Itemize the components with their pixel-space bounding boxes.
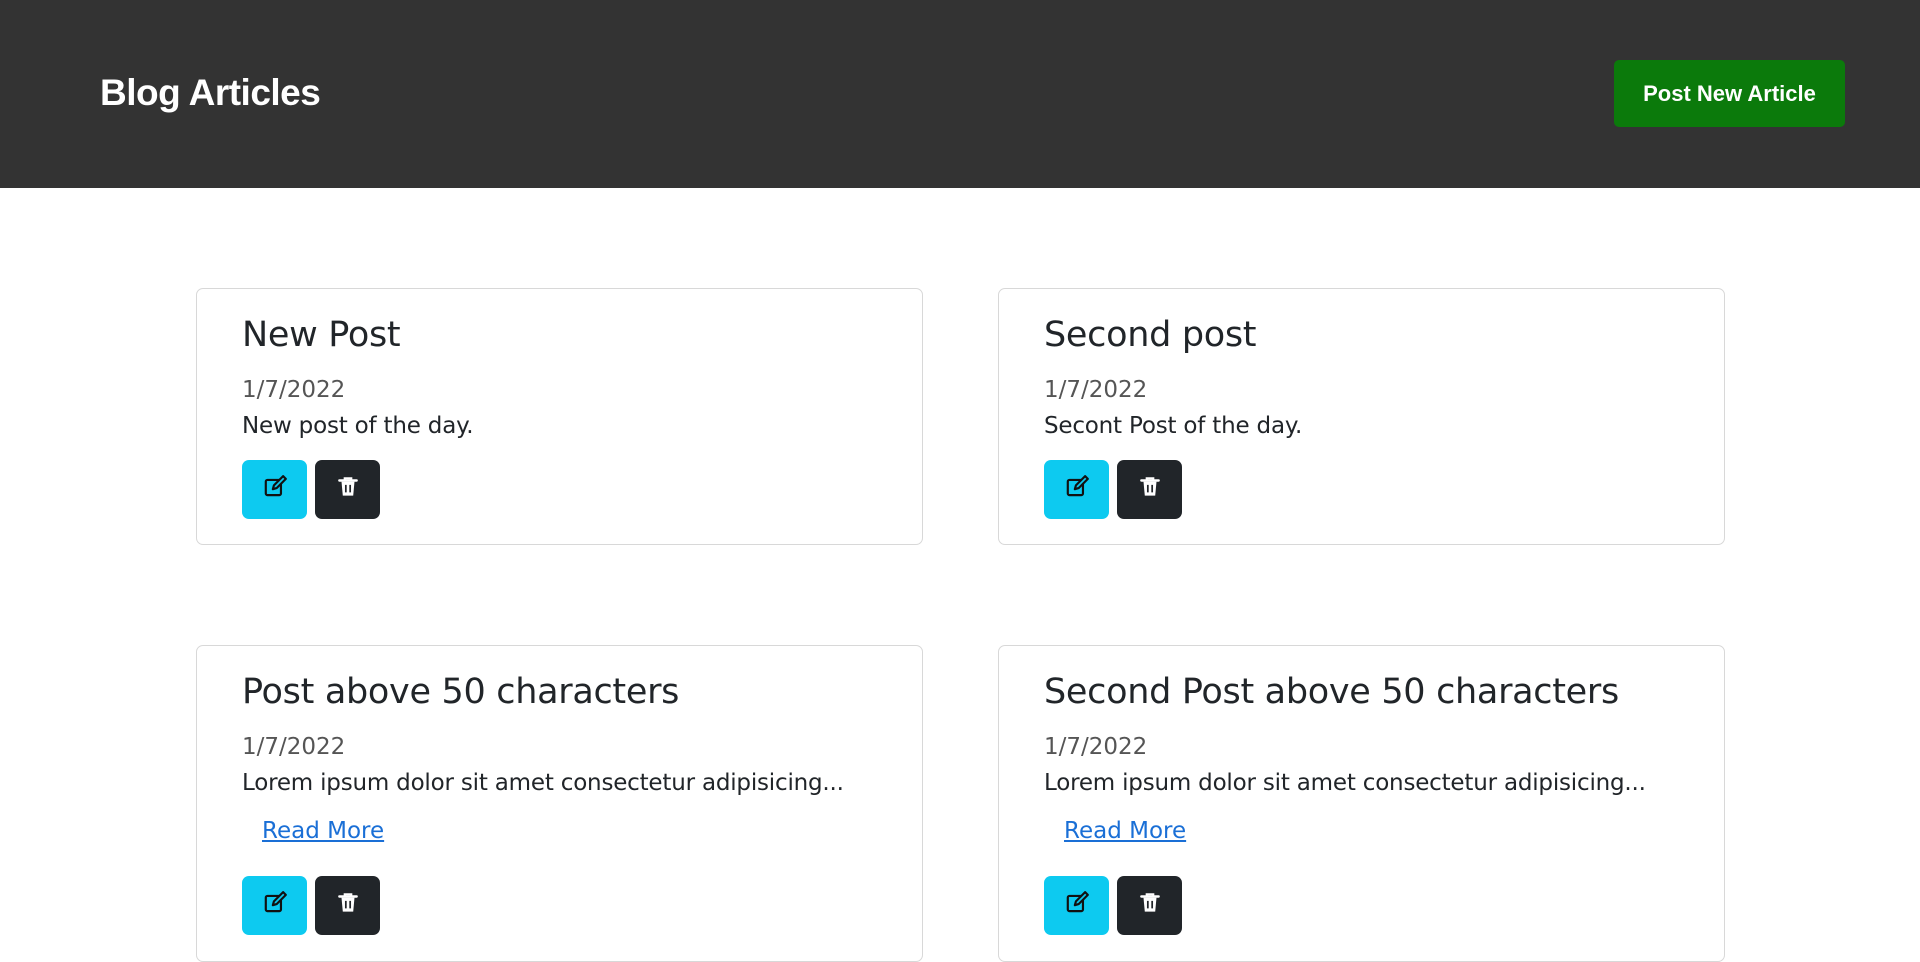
article-excerpt: Lorem ipsum dolor sit amet consectetur a… (1044, 770, 1646, 796)
edit-button[interactable] (1044, 460, 1109, 519)
article-date: 1/7/2022 (242, 734, 346, 760)
edit-button[interactable] (1044, 876, 1109, 935)
post-new-article-button[interactable]: Post New Article (1614, 60, 1845, 127)
top-navbar: Blog Articles Post New Article (0, 0, 1920, 188)
article-card: Post above 50 characters 1/7/2022 Lorem … (196, 645, 923, 962)
article-date: 1/7/2022 (1044, 734, 1148, 760)
trash-icon (335, 890, 361, 921)
article-date: 1/7/2022 (242, 377, 346, 403)
article-card: Second post 1/7/2022 Secont Post of the … (998, 288, 1725, 545)
trash-icon (1137, 890, 1163, 921)
delete-button[interactable] (1117, 460, 1182, 519)
article-excerpt: Lorem ipsum dolor sit amet consectetur a… (242, 770, 844, 796)
article-date: 1/7/2022 (1044, 377, 1148, 403)
edit-icon (262, 474, 288, 505)
read-more-link[interactable]: Read More (1064, 818, 1186, 844)
delete-button[interactable] (315, 460, 380, 519)
page-title: Blog Articles (100, 72, 321, 113)
edit-button[interactable] (242, 876, 307, 935)
read-more-link[interactable]: Read More (262, 818, 384, 844)
article-title: Post above 50 characters (242, 672, 680, 712)
edit-icon (1064, 474, 1090, 505)
article-card: New Post 1/7/2022 New post of the day. (196, 288, 923, 545)
article-card: Second Post above 50 characters 1/7/2022… (998, 645, 1725, 962)
edit-icon (1064, 890, 1090, 921)
article-title: Second post (1044, 315, 1257, 355)
delete-button[interactable] (315, 876, 380, 935)
edit-button[interactable] (242, 460, 307, 519)
trash-icon (1137, 474, 1163, 505)
article-title: New Post (242, 315, 401, 355)
trash-icon (335, 474, 361, 505)
article-excerpt: New post of the day. (242, 413, 474, 439)
article-title: Second Post above 50 characters (1044, 672, 1619, 712)
delete-button[interactable] (1117, 876, 1182, 935)
article-excerpt: Secont Post of the day. (1044, 413, 1303, 439)
edit-icon (262, 890, 288, 921)
